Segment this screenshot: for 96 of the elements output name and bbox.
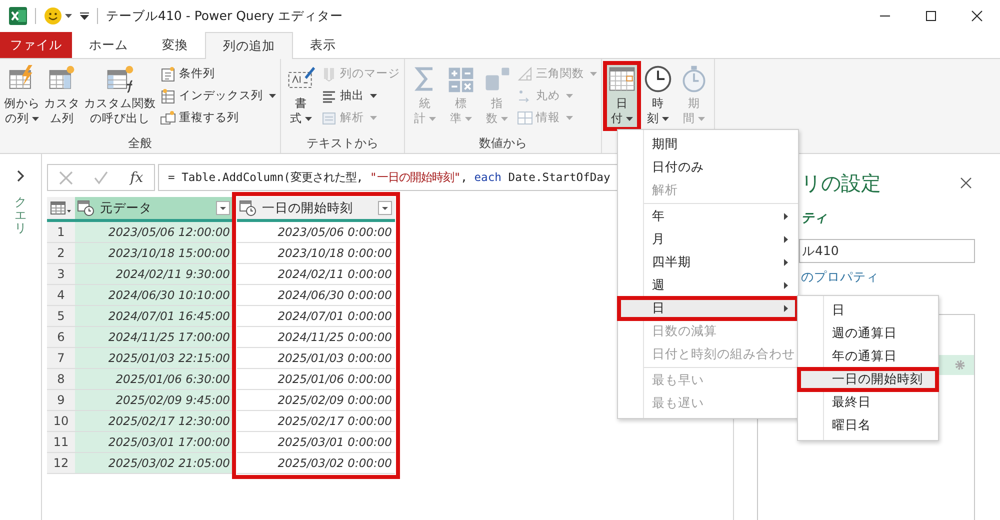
ribbon-tab[interactable]: 表示 [293,32,353,58]
ribbon-tab[interactable]: 列の追加 [205,32,293,59]
table-cell: 2023/05/06 12:00:00 [75,222,233,243]
row-number: 8 [47,369,75,390]
table-cell: 2024/06/30 10:10:00 [75,285,233,306]
table-cell: 2025/02/17 0:00:00 [237,411,395,432]
ribbon-button[interactable]: インデックス列 [158,85,278,106]
ribbon-tab[interactable]: ホーム [72,32,145,58]
table-cell: 2024/06/30 0:00:00 [237,285,395,306]
table-menu-icon[interactable] [50,201,72,215]
caret-icon[interactable] [65,14,72,18]
datetime-type-icon[interactable] [239,200,257,216]
conditional-column-icon [160,66,176,82]
menu-item[interactable]: 日 [798,299,938,322]
table-cell: 2024/07/01 0:00:00 [237,306,395,327]
menu-item[interactable]: 月 [618,228,798,251]
window-title: テーブル410 - Power Query エディター [106,8,344,24]
table-cell: 2024/02/11 9:30:00 [75,264,233,285]
close-icon[interactable] [971,10,983,22]
table-cell: 2025/03/02 21:05:00 [75,453,233,474]
spreadsheet-app-icon [9,7,27,25]
table-cell: 2023/10/18 15:00:00 [75,243,233,264]
datetime-type-icon[interactable] [77,200,95,216]
menu-item[interactable]: 曜日名 [798,414,938,437]
table-cell: 2025/02/17 12:30:00 [75,411,233,432]
row-number: 3 [47,264,75,285]
row-number: 2 [47,243,75,264]
checkmark-icon[interactable] [94,170,108,184]
clock-icon [643,64,673,94]
table-cell: 2025/03/02 0:00:00 [237,453,395,474]
merge-columns-icon [321,66,337,82]
menu-item[interactable]: 週 [618,274,798,297]
ribbon-button[interactable]: カスタ ム列 [42,62,82,130]
index-column-icon [160,88,176,104]
row-number: 10 [47,411,75,432]
menu-item[interactable]: 期間 [618,133,798,156]
table-cell: 2023/05/06 0:00:00 [237,222,395,243]
name-field[interactable]: ル410 [799,239,975,263]
row-number: 1 [47,222,75,243]
menu-item[interactable]: 四半期 [618,251,798,274]
ribbon-button[interactable]: カスタム関数 の呼び出し [82,62,158,130]
menu-item[interactable]: 日 [618,297,798,320]
table-cell: 2025/02/09 0:00:00 [237,390,395,411]
row-number: 6 [47,327,75,348]
menu-item[interactable]: 一日の開始時刻 [798,368,938,391]
table-cell: 2025/01/03 0:00:00 [237,348,395,369]
queries-pane-label[interactable]: クエリ [14,196,26,236]
table-cell: 2025/01/06 6:30:00 [75,369,233,390]
row-number: 4 [47,285,75,306]
row-number: 5 [47,306,75,327]
ribbon-button[interactable]: 条件列 [158,63,278,84]
menu-item[interactable]: 年 [618,205,798,228]
function-label[interactable]: fx [130,170,144,186]
ribbon-button[interactable]: 時 刻 [640,62,676,130]
table-cell: 2024/11/25 0:00:00 [237,327,395,348]
table-cell: 2024/07/01 16:45:00 [75,306,233,327]
ribbon-button[interactable]: 例から の列 [2,62,42,130]
column-header[interactable]: 元データ [75,197,233,222]
section-heading: ティ [801,211,827,226]
ribbon-tab[interactable]: ファイル [0,32,72,58]
chevron-right-icon[interactable] [16,170,24,182]
ribbon-button[interactable]: 書 式 [283,62,319,130]
table-cell: 2025/01/06 0:00:00 [237,369,395,390]
filter-dropdown-icon[interactable] [378,201,392,215]
row-number: 9 [47,390,75,411]
pane-title: リの設定 [801,170,881,196]
row-number: 11 [47,432,75,453]
duplicate-column-icon [160,110,176,126]
ribbon-button[interactable]: 抽出 [319,85,402,106]
ribbon-button[interactable]: 日 付 [604,62,640,130]
row-number: 7 [47,348,75,369]
close-icon[interactable] [960,177,972,189]
all-properties-link[interactable]: のプロパティ [801,269,879,284]
column-header[interactable]: 一日の開始時刻 [237,197,395,222]
table-cell: 2025/01/03 22:15:00 [75,348,233,369]
smiley-icon[interactable] [44,7,62,25]
table-cell: 2025/03/01 17:00:00 [75,432,233,453]
row-number: 12 [47,453,75,474]
table-cell: 2025/02/09 9:45:00 [75,390,233,411]
menu-item[interactable]: 最終日 [798,391,938,414]
table-cell: 2024/11/25 17:00:00 [75,327,233,348]
customize-menu-icon[interactable] [80,12,89,20]
triangle-icon [517,66,533,82]
ribbon-tab[interactable]: 変換 [145,32,205,58]
table-cell: 2025/03/01 0:00:00 [237,432,395,453]
maximize-icon[interactable] [925,10,937,22]
ribbon-button[interactable]: 重複する列 [158,107,278,128]
table-cell: 2023/10/18 0:00:00 [237,243,395,264]
group-label: 全般 [128,134,152,152]
table-icon [105,64,135,94]
menu-item[interactable]: 週の通算日 [798,322,938,345]
filter-dropdown-icon[interactable] [216,201,230,215]
group-label: 数値から [479,134,527,152]
menu-item[interactable]: 年の通算日 [798,345,938,368]
table-cell: 2024/02/11 0:00:00 [237,264,395,285]
group-label: テキストから [306,134,378,152]
